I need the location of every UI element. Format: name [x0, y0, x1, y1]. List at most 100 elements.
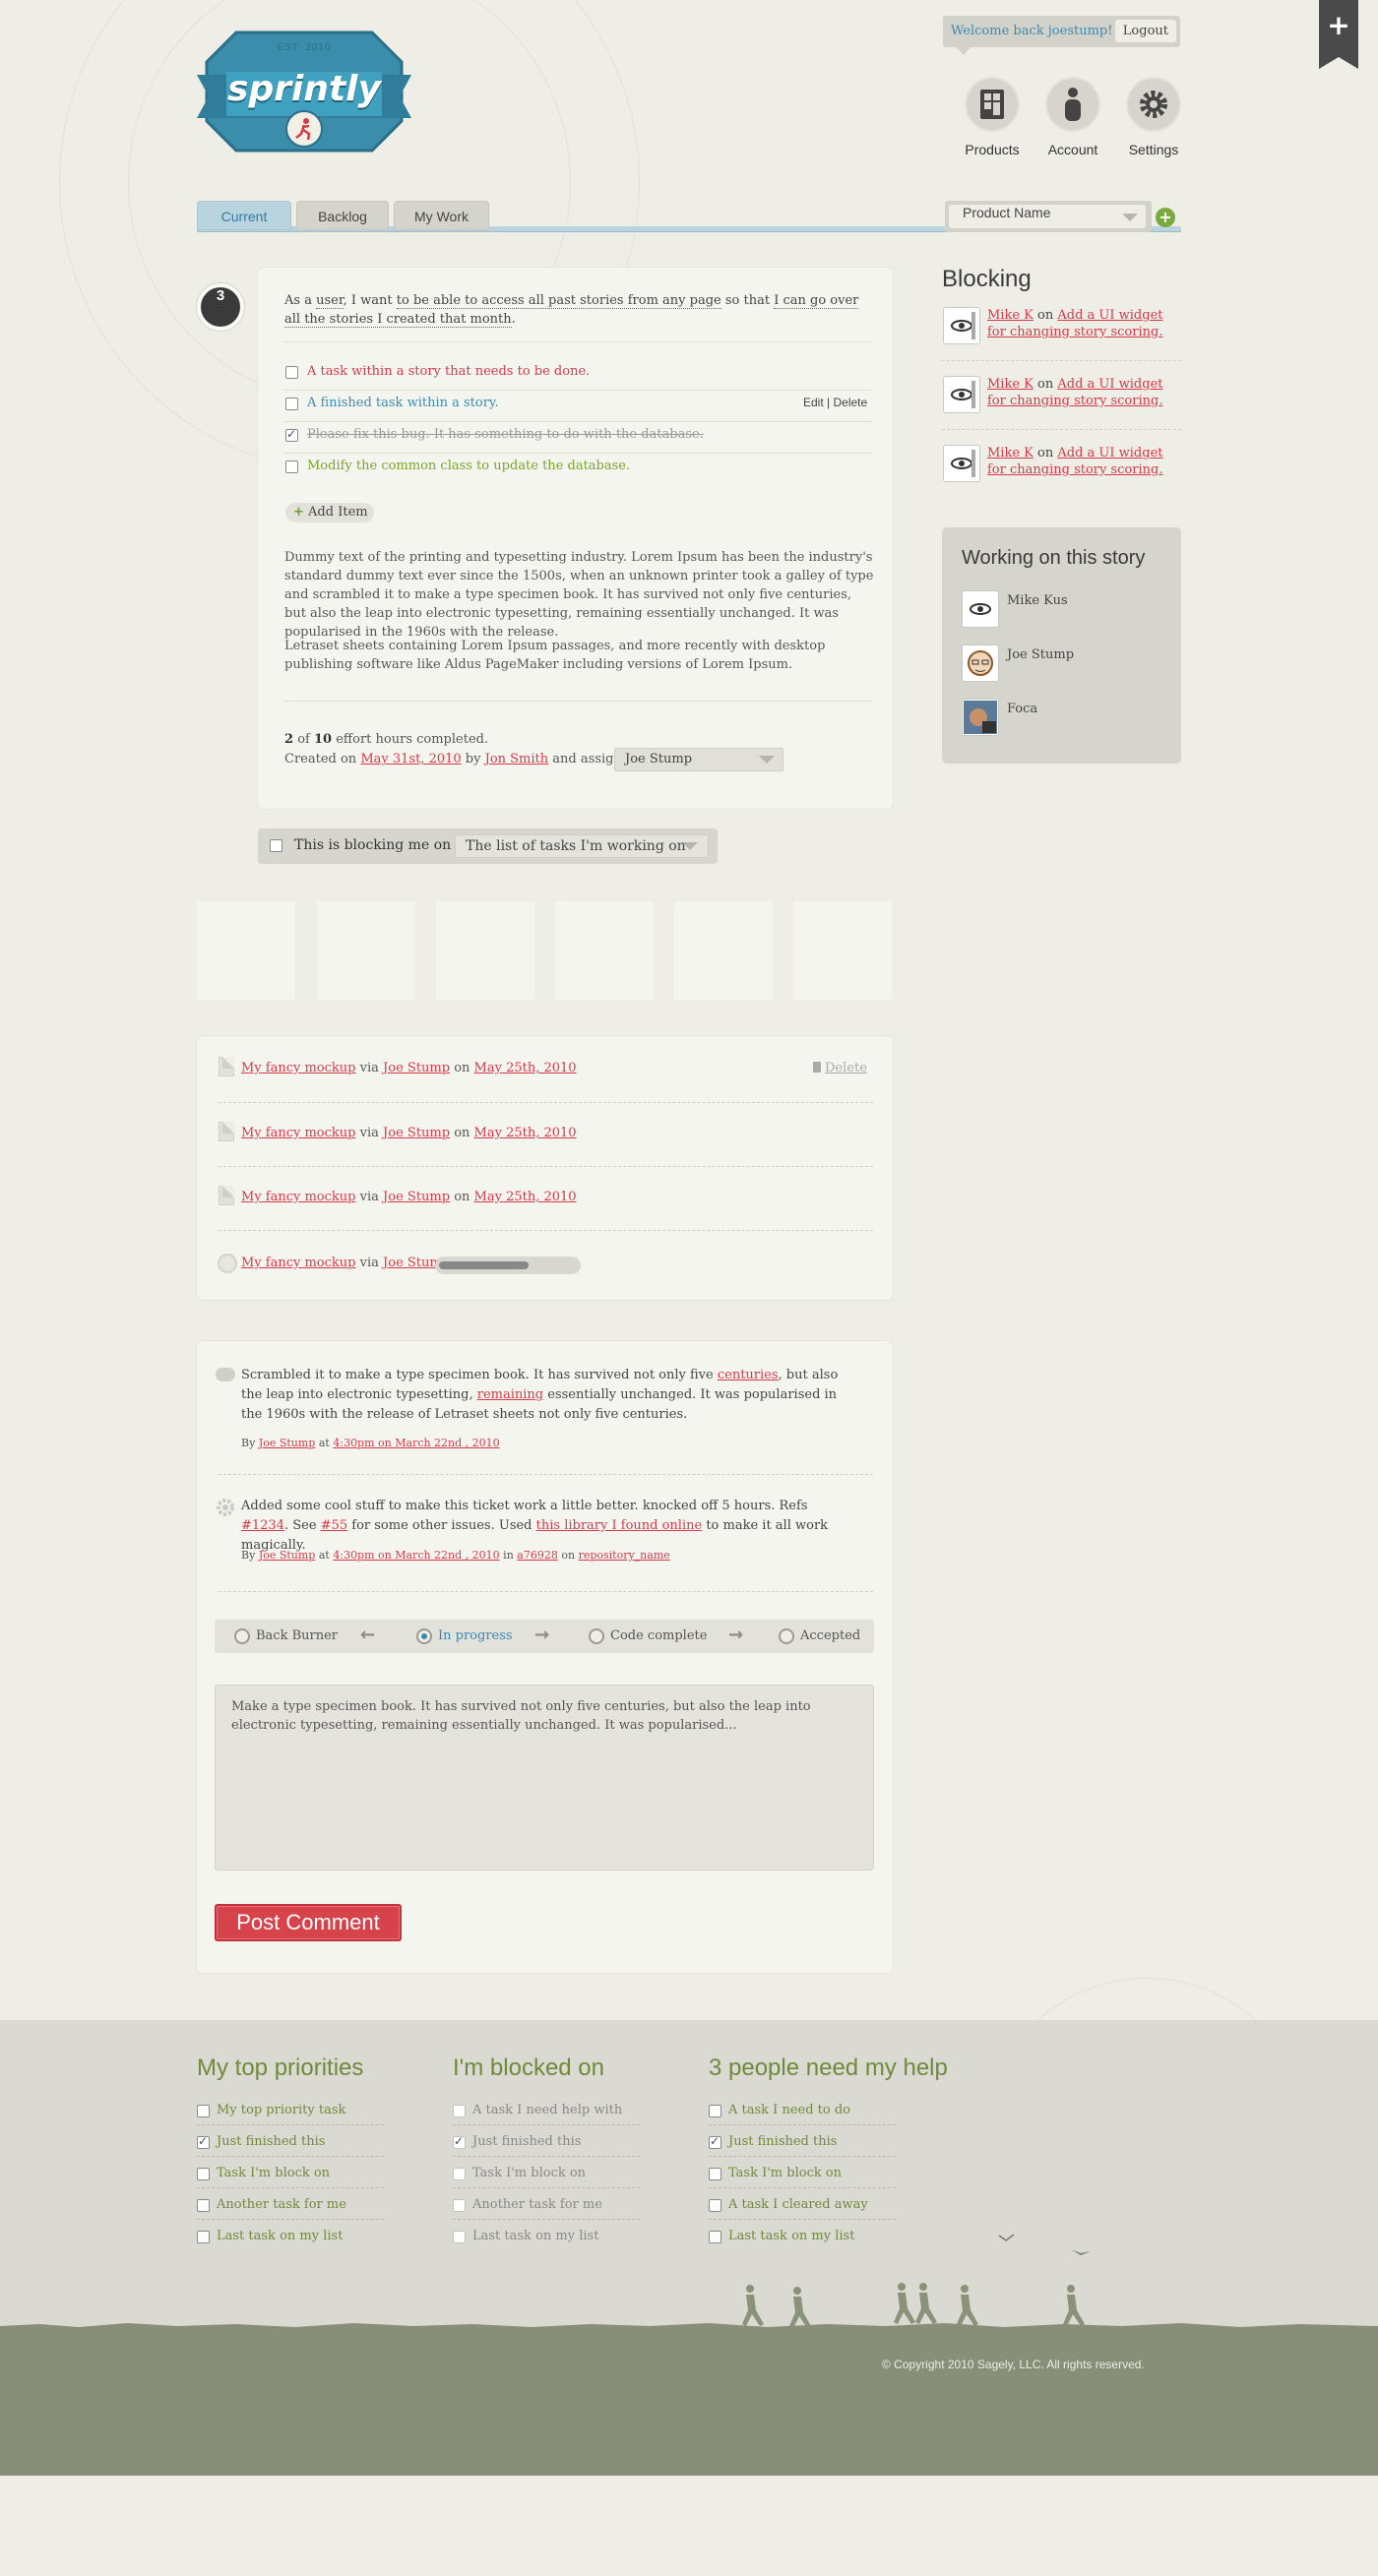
nav-products-label: Products — [965, 142, 1020, 157]
date-link[interactable]: May 25th, 2010 — [474, 1061, 577, 1075]
copyright: © Copyright 2010 Sagely, LLC. All rights… — [882, 2358, 1145, 2371]
date-link[interactable]: May 25th, 2010 — [474, 1126, 577, 1140]
ref-link[interactable]: #1234 — [241, 1518, 284, 1533]
footer-task-checkbox[interactable] — [453, 2231, 466, 2243]
divider — [219, 1102, 873, 1103]
footer-task-label: Just finished this — [728, 2134, 838, 2149]
footer-task-checkbox[interactable] — [197, 2168, 210, 2180]
user-link[interactable]: Joe Stump — [259, 1437, 316, 1449]
blocking-me-select[interactable]: The list of tasks I'm working on — [455, 834, 709, 858]
logo[interactable]: EST. 2010 sprintly — [197, 28, 411, 155]
commit-link[interactable]: a76928 — [517, 1549, 558, 1562]
divider — [453, 2124, 640, 2125]
time-link[interactable]: 4:30pm on March 22nd , 2010 — [333, 1549, 499, 1562]
user-link[interactable]: Joe Stump — [383, 1190, 450, 1204]
ref-link[interactable]: #55 — [321, 1518, 347, 1533]
avatar — [962, 590, 999, 628]
runners-illustration — [742, 2234, 1091, 2328]
avatar — [943, 445, 980, 482]
comment-textarea[interactable]: Make a type specimen book. It has surviv… — [215, 1685, 874, 1871]
task-checkbox[interactable] — [285, 366, 298, 379]
author-link[interactable]: Jon Smith — [485, 752, 549, 767]
task-checkbox[interactable] — [285, 398, 298, 410]
user-link[interactable]: Mike K — [987, 446, 1034, 460]
attachment-link[interactable]: My fancy mockup — [241, 1190, 356, 1204]
footer-task-checkbox[interactable] — [197, 2231, 210, 2243]
person-name[interactable]: Joe Stump — [1007, 647, 1074, 662]
footer-column-title: I'm blocked on — [453, 2055, 604, 2081]
status-radio-in-progress[interactable] — [416, 1628, 432, 1644]
nav-products[interactable]: Products — [948, 77, 1036, 157]
footer-task-checkbox[interactable] — [709, 2231, 721, 2243]
divider — [942, 360, 1181, 361]
plus-icon: + — [1159, 208, 1172, 226]
attachment-link[interactable]: My fancy mockup — [241, 1126, 356, 1140]
task-label: A finished task within a story. — [307, 396, 499, 410]
attachment-row: My fancy mockup via Joe Stump on May 25t… — [241, 1061, 577, 1075]
add-product-button[interactable]: + — [1156, 208, 1175, 227]
post-comment-button[interactable]: Post Comment — [215, 1904, 402, 1941]
attachment-link[interactable]: My fancy mockup — [241, 1061, 356, 1075]
footer-task-checkbox[interactable] — [453, 2134, 466, 2149]
footer-task-checkbox[interactable] — [453, 2105, 466, 2117]
footer-task-checkbox[interactable] — [709, 2134, 721, 2149]
footer-task-checkbox[interactable] — [453, 2168, 466, 2180]
user-link[interactable]: Mike K — [987, 308, 1034, 323]
footer-task-checkbox[interactable] — [197, 2134, 210, 2149]
add-item-button[interactable]: + Add Item — [285, 503, 374, 522]
library-link[interactable]: this library I found online — [536, 1518, 703, 1533]
image-placeholder[interactable] — [793, 901, 892, 1000]
time-link[interactable]: 4:30pm on March 22nd , 2010 — [333, 1437, 499, 1449]
image-placeholder[interactable] — [317, 901, 415, 1000]
status-radio-accepted[interactable] — [779, 1628, 794, 1644]
task-checkbox[interactable] — [285, 427, 298, 442]
footer-column-title: My top priorities — [197, 2055, 364, 2081]
user-link[interactable]: Joe Stump — [383, 1061, 450, 1075]
delete-attachment-button[interactable]: Delete — [813, 1061, 867, 1075]
assignee-select[interactable]: Joe Stump — [614, 748, 783, 771]
created-date-link[interactable]: May 31st, 2010 — [360, 752, 461, 767]
footer-task-checkbox[interactable] — [197, 2105, 210, 2117]
products-icon — [980, 90, 1004, 119]
task-label: Modify the common class to update the da… — [307, 459, 631, 473]
date-link[interactable]: May 25th, 2010 — [474, 1190, 577, 1204]
divider — [284, 421, 873, 422]
footer-task-checkbox[interactable] — [453, 2199, 466, 2212]
image-placeholder[interactable] — [674, 901, 773, 1000]
nav-settings[interactable]: Settings — [1109, 77, 1198, 157]
tab-my-work[interactable]: My Work — [394, 201, 489, 230]
tab-current[interactable]: Current — [197, 201, 291, 230]
image-placeholder[interactable] — [436, 901, 534, 1000]
comment-link[interactable]: remaining — [477, 1387, 543, 1402]
user-link[interactable]: Mike K — [987, 377, 1034, 392]
nav-account[interactable]: Account — [1029, 77, 1117, 157]
status-radio-back-burner[interactable] — [234, 1628, 250, 1644]
task-checkbox[interactable] — [285, 460, 298, 473]
user-link[interactable]: Joe Stump — [259, 1549, 316, 1562]
user-link[interactable]: Joe Stump — [383, 1126, 450, 1140]
footer-task-checkbox[interactable] — [709, 2199, 721, 2212]
chevron-down-icon — [682, 842, 698, 850]
tab-backlog[interactable]: Backlog — [296, 201, 389, 230]
person-name[interactable]: Foca — [1007, 702, 1037, 716]
logout-button[interactable]: Logout — [1114, 20, 1176, 42]
blocking-me-checkbox[interactable] — [270, 839, 282, 852]
product-select[interactable]: Product Name — [945, 201, 1152, 232]
footer-task-checkbox[interactable] — [709, 2105, 721, 2117]
edit-link[interactable]: Edit — [803, 396, 824, 409]
person-name[interactable]: Mike Kus — [1007, 593, 1068, 608]
image-placeholder[interactable] — [555, 901, 654, 1000]
avatar-photo-icon — [964, 701, 997, 734]
file-icon — [219, 1186, 234, 1205]
repo-link[interactable]: repository_name — [579, 1549, 670, 1562]
delete-link[interactable]: Delete — [833, 396, 867, 409]
attachment-link[interactable]: My fancy mockup — [241, 1256, 356, 1270]
comment-link[interactable]: centuries — [718, 1368, 779, 1382]
image-placeholder[interactable] — [197, 901, 295, 1000]
add-ribbon-button[interactable]: + — [1319, 0, 1358, 69]
divider — [453, 2156, 640, 2157]
footer-task-checkbox[interactable] — [197, 2199, 210, 2212]
status-radio-code-complete[interactable] — [589, 1628, 604, 1644]
divider — [284, 390, 873, 391]
footer-task-checkbox[interactable] — [709, 2168, 721, 2180]
